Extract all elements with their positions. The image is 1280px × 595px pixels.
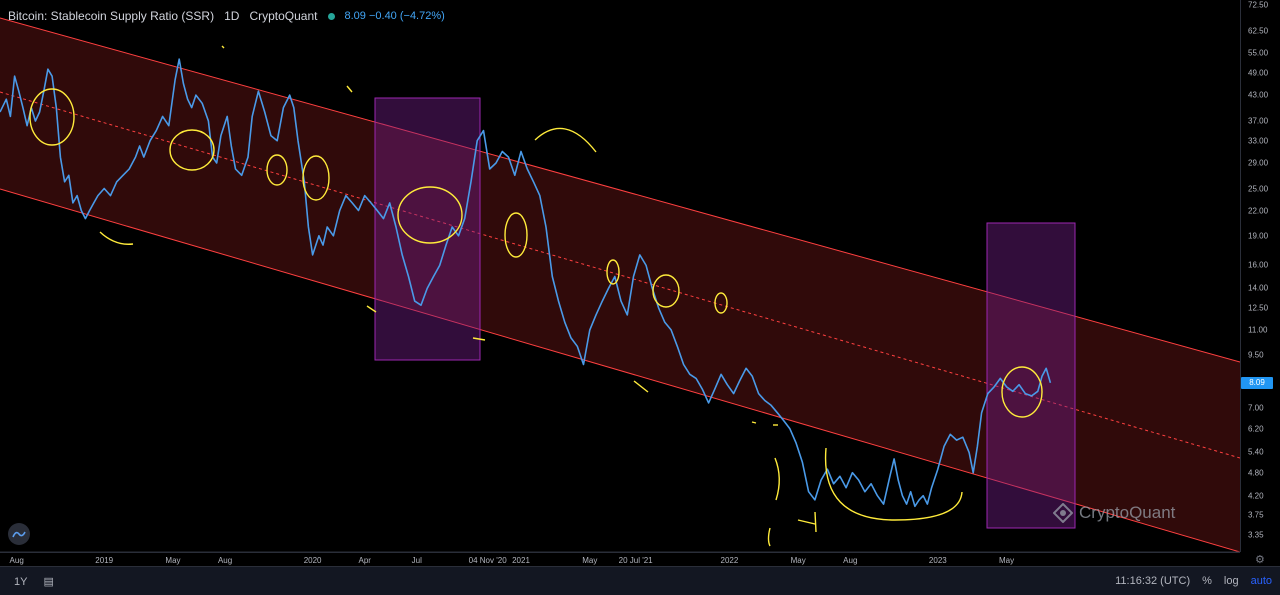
y-tick-label: 6.20	[1248, 424, 1264, 434]
x-tick-label: 2021	[512, 556, 530, 565]
y-tick-label: 55.00	[1248, 48, 1269, 58]
range-1y-button[interactable]: 1Y	[14, 576, 27, 588]
percent-toggle[interactable]: %	[1202, 575, 1212, 587]
bottom-toolbar: 1Y ▤ 11:16:32 (UTC) % log auto	[0, 566, 1280, 595]
highlight-box-2020	[374, 97, 481, 361]
date-range-icon[interactable]: ▤	[43, 575, 53, 588]
x-tick-label: Aug	[843, 556, 858, 565]
y-tick-label: 72.50	[1248, 0, 1269, 10]
watermark-text: CryptoQuant	[1079, 503, 1176, 522]
x-tick-label: 2022	[720, 556, 739, 565]
x-tick-label: Aug	[9, 556, 24, 565]
log-toggle[interactable]: log	[1224, 575, 1239, 587]
y-tick-label: 4.80	[1248, 468, 1264, 478]
x-tick-label: May	[582, 556, 598, 565]
highlight-box-2023	[986, 222, 1076, 529]
x-tick-label: May	[790, 556, 806, 565]
auto-toggle[interactable]: auto	[1251, 575, 1272, 587]
cryptoquant-mark-icon	[1053, 503, 1073, 523]
x-tick-label: May	[165, 556, 181, 565]
y-tick-label: 62.50	[1248, 26, 1269, 36]
y-tick-label: 11.00	[1248, 325, 1268, 335]
y-tick-label: 43.00	[1248, 90, 1269, 100]
cryptoquant-logo-icon[interactable]	[8, 523, 30, 545]
x-tick-label: 2023	[928, 556, 947, 565]
x-tick-label: 20 Jul '21	[618, 556, 653, 565]
y-tick-label: 16.00	[1248, 260, 1269, 270]
x-tick-label: Jul	[411, 556, 422, 565]
axis-settings-icon[interactable]: ⚙	[1255, 553, 1265, 566]
y-tick-label: 29.00	[1248, 158, 1269, 168]
last-value-badge: 8.09	[1241, 376, 1273, 389]
x-tick-label: Aug	[217, 556, 233, 565]
x-tick-label: 04 Nov '20	[468, 556, 507, 565]
y-tick-label: 4.20	[1248, 491, 1264, 501]
x-tick-label: 2020	[303, 556, 322, 565]
x-tick-label: 2019	[95, 556, 114, 565]
y-tick-label: 7.00	[1248, 403, 1264, 413]
value-readout: 8.09 −0.40 (−4.72%)	[344, 10, 445, 22]
y-tick-label: 37.00	[1248, 116, 1269, 126]
y-tick-label: 3.35	[1248, 530, 1264, 540]
y-tick-label: 33.00	[1248, 136, 1269, 146]
x-tick-label: Apr	[358, 556, 371, 565]
status-dot-icon	[327, 12, 335, 20]
y-tick-label: 9.50	[1248, 350, 1264, 360]
y-tick-label: 5.40	[1248, 447, 1264, 457]
y-tick-label: 3.75	[1248, 510, 1264, 520]
y-tick-label: 14.00	[1248, 283, 1269, 293]
interval-label[interactable]: 1D	[224, 9, 239, 23]
x-tick-label: May	[999, 556, 1015, 565]
y-tick-label: 22.00	[1248, 206, 1269, 216]
y-tick-label: 19.00	[1248, 231, 1269, 241]
clock-readout: 11:16:32 (UTC)	[1115, 575, 1191, 587]
chart-title: Bitcoin: Stablecoin Supply Ratio (SSR)	[8, 9, 215, 23]
y-tick-label: 25.00	[1248, 184, 1269, 194]
y-tick-label: 12.50	[1248, 303, 1269, 313]
chart-header: Bitcoin: Stablecoin Supply Ratio (SSR) 1…	[8, 6, 445, 26]
y-tick-label: 49.00	[1248, 68, 1269, 78]
watermark: CryptoQuant	[1053, 503, 1175, 523]
source-label: CryptoQuant	[249, 9, 318, 23]
